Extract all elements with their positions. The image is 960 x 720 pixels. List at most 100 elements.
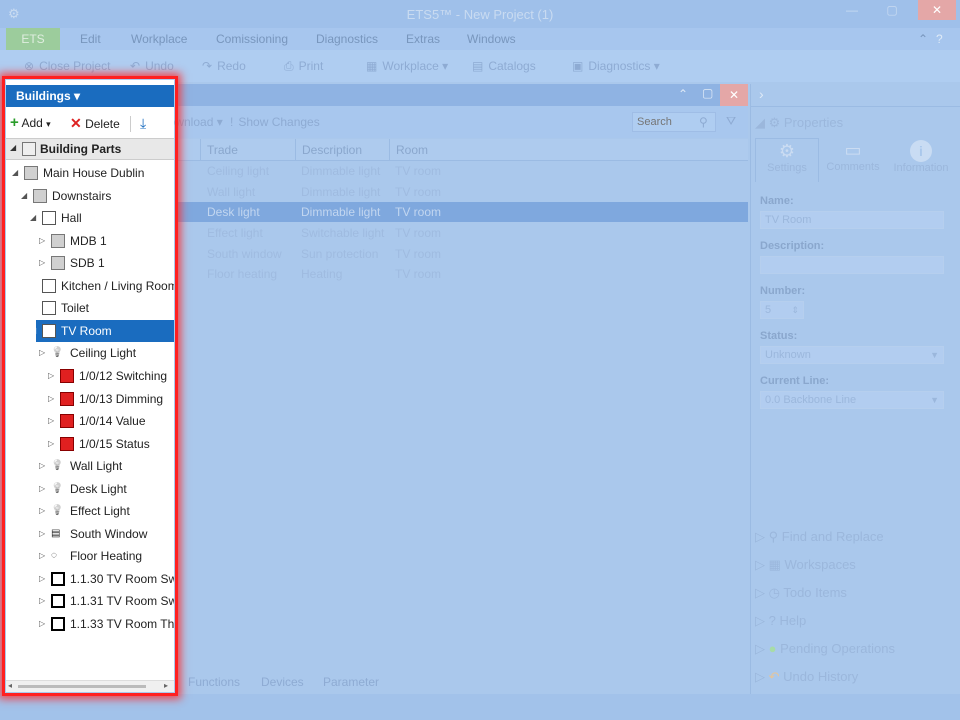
search-box[interactable]: ⚲ [632, 112, 716, 132]
catalogs-button[interactable]: ▤ Catalogs [472, 58, 536, 74]
tab-information[interactable]: i Information [887, 138, 955, 182]
show-changes-button[interactable]: ! Show Changes [230, 114, 320, 130]
tab-parameter[interactable]: Parameter [323, 670, 379, 694]
column-trade[interactable]: Trade [200, 139, 296, 161]
tree-expander-icon[interactable]: ◢ [12, 162, 22, 184]
table-row[interactable]: Floor heating Heating TV room [178, 264, 748, 284]
find-replace-link[interactable]: ▷ ⚲ Find and Replace [755, 529, 884, 545]
tree-node[interactable]: ▷ 1.1.31 TV Room Switch [6, 590, 174, 612]
tree-node[interactable]: ▷ 💡 Desk Light [6, 478, 174, 500]
delete-button[interactable]: ✕ Delete [70, 114, 120, 132]
tree-expander-icon[interactable]: ▷ [48, 388, 58, 410]
menu-diagnostics[interactable]: Diagnostics [316, 28, 378, 50]
workplace-button[interactable]: ▦ Workplace ▾ [366, 58, 448, 74]
pending-operations-link[interactable]: ▷ ● Pending Operations [755, 641, 895, 657]
filter-icon[interactable]: ⛛ [726, 114, 736, 129]
diagnostics-button[interactable]: ▣ Diagnostics ▾ [572, 58, 660, 74]
tree-expander-icon[interactable]: ▷ [39, 478, 49, 500]
tree-node[interactable]: ▷ ◌ Floor Heating [6, 545, 174, 567]
properties-header[interactable]: ◢ ⚙ Properties [755, 115, 843, 131]
menu-windows[interactable]: Windows [467, 28, 516, 50]
tree-expander-icon[interactable]: ▷ [48, 433, 58, 455]
menu-comissioning[interactable]: Comissioning [216, 28, 288, 50]
column-room[interactable]: Room [389, 139, 748, 161]
tree-node[interactable]: Toilet [6, 297, 174, 319]
tree-expander-icon[interactable]: ▷ [39, 523, 49, 545]
scrollbar-thumb[interactable] [18, 685, 146, 688]
undo-history-link[interactable]: ▷ ↶ Undo History [755, 669, 858, 685]
menu-edit[interactable]: Edit [80, 28, 101, 50]
tree-node[interactable]: ▷ 1.1.30 TV Room Switch [6, 568, 174, 590]
chevron-right-icon[interactable]: › [759, 86, 764, 102]
tree-node[interactable]: ▷ 1/0/15 Status [6, 433, 174, 455]
tree-expander-icon[interactable]: ▷ [39, 252, 49, 274]
tree-node[interactable]: ▷ 1/0/14 Value [6, 410, 174, 432]
tree-node[interactable]: ▷ 💡 Ceiling Light [6, 342, 174, 364]
table-row[interactable]: South window Sun protection TV room [178, 244, 748, 264]
table-row-selected[interactable]: Desk light Dimmable light TV room [178, 202, 748, 222]
search-input[interactable] [633, 113, 693, 131]
panel-close-icon[interactable]: ✕ [720, 84, 748, 106]
stepper-arrows-icon[interactable]: ⇕ [791, 302, 799, 318]
help-link[interactable]: ▷ ? Help [755, 613, 806, 629]
tree-expander-icon[interactable]: ▷ [39, 230, 49, 252]
tree-node[interactable]: ▷ MDB 1 [6, 230, 174, 252]
tree-node[interactable]: ▷ SDB 1 [6, 252, 174, 274]
tree-expander-icon[interactable]: ▷ [39, 342, 49, 364]
maximize-icon[interactable]: ▢ [878, 0, 906, 20]
number-stepper[interactable]: 5 ⇕ [760, 301, 804, 319]
tab-functions[interactable]: Functions [188, 670, 240, 694]
tab-settings[interactable]: ⚙ Settings [755, 138, 819, 182]
panel-maximize-icon[interactable]: ▢ [702, 86, 713, 100]
tree-expander-icon[interactable]: ◢ [30, 320, 40, 342]
tree-expander-icon[interactable]: ▷ [39, 590, 49, 612]
close-window-button[interactable]: ✕ [918, 0, 956, 20]
menu-ets[interactable]: ETS [6, 28, 60, 50]
collapse-ribbon-icon[interactable]: ⌃ [918, 28, 928, 50]
tree-node[interactable]: ▷ ▤ South Window [6, 523, 174, 545]
building-parts-root[interactable]: ◢ Building Parts [6, 138, 174, 160]
tree-node[interactable]: ▷ 💡 Wall Light [6, 455, 174, 477]
tree-node[interactable]: ◢ Main House Dublin [6, 162, 174, 184]
tree-expander-icon[interactable]: ▷ [39, 455, 49, 477]
tree-expander-icon[interactable]: ▷ [39, 500, 49, 522]
help-icon[interactable]: ? [936, 28, 943, 50]
table-row[interactable]: Effect light Switchable light TV room [178, 223, 748, 243]
tree-expander-icon[interactable]: ◢ [30, 207, 40, 229]
tab-comments[interactable]: ▭ Comments [821, 138, 885, 182]
scroll-right-icon[interactable]: ▸ [164, 681, 168, 690]
close-project-button[interactable]: ⊗ Close Project [24, 58, 110, 74]
horizontal-scrollbar[interactable]: ◂ ▸ [6, 680, 174, 692]
collapse-triangle-icon[interactable]: ◢ [10, 143, 16, 152]
tree-node-tv-room[interactable]: ◢ TV Room [30, 319, 174, 342]
add-button[interactable]: + Add ▾ [10, 114, 51, 132]
tree-node[interactable]: ▷ 💡 Effect Light [6, 500, 174, 522]
buildings-view-selector[interactable]: Buildings ▾ [6, 85, 174, 107]
tree-expander-icon[interactable]: ▷ [39, 568, 49, 590]
column-description[interactable]: Description [295, 139, 389, 161]
todo-items-link[interactable]: ▷ ◷ Todo Items [755, 585, 847, 601]
menu-extras[interactable]: Extras [406, 28, 440, 50]
minimize-icon[interactable]: — [838, 0, 866, 20]
table-row[interactable]: Wall light Dimmable light TV room [178, 182, 748, 202]
tree-expander-icon[interactable]: ▷ [48, 410, 58, 432]
name-field[interactable]: TV Room [760, 211, 944, 229]
tree-expander-icon[interactable]: ▷ [39, 613, 49, 635]
tree-expander-icon[interactable]: ▷ [39, 545, 49, 567]
tree-node[interactable]: ◢ Hall [6, 207, 174, 229]
scroll-left-icon[interactable]: ◂ [8, 681, 12, 690]
current-line-select[interactable]: 0.0 Backbone Line ▼ [760, 391, 944, 409]
tree-expander-icon[interactable]: ◢ [21, 185, 31, 207]
download-icon[interactable]: ⤓ [140, 114, 146, 132]
print-button[interactable]: ⎙ Print [284, 58, 323, 74]
undo-button[interactable]: ↶ Undo [130, 58, 174, 74]
tree-expander-icon[interactable]: ▷ [48, 365, 58, 387]
status-select[interactable]: Unknown ▼ [760, 346, 944, 364]
panel-collapse-icon[interactable]: ⌃ [678, 87, 688, 101]
table-row[interactable]: Ceiling light Dimmable light TV room [178, 161, 748, 181]
tree-node[interactable]: ▷ 1/0/13 Dimming [6, 388, 174, 410]
tree-node[interactable]: ▷ 1.1.33 TV Room Therm [6, 613, 174, 635]
menu-workplace[interactable]: Workplace [131, 28, 187, 50]
description-field[interactable] [760, 256, 944, 274]
redo-button[interactable]: ↷ Redo [202, 58, 246, 74]
